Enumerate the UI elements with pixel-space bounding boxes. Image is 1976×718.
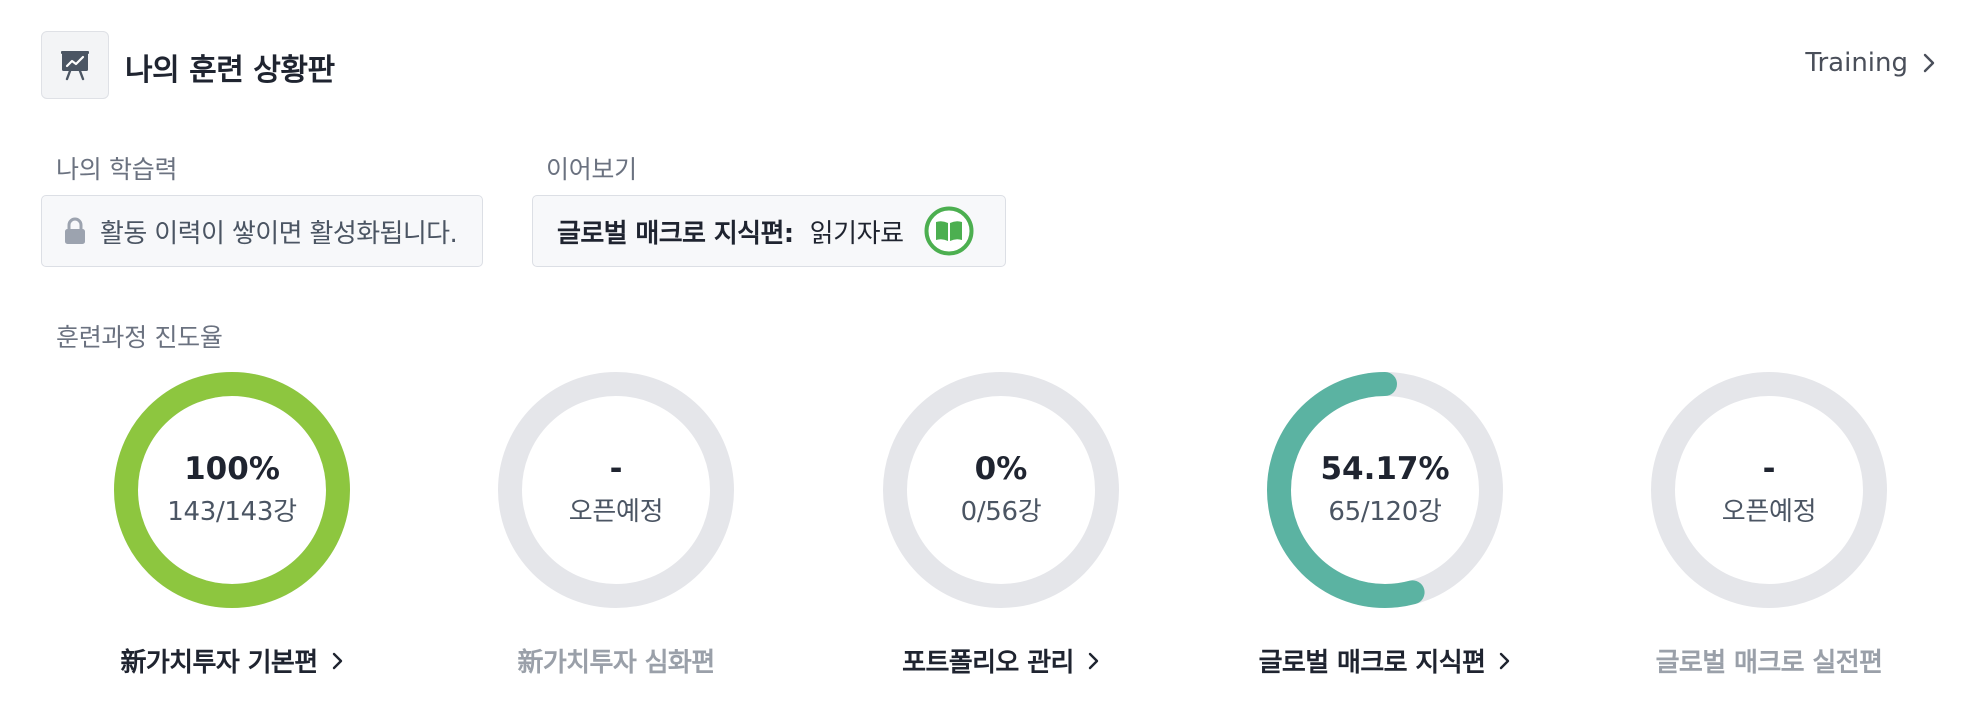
course-card: - 오픈예정 新가치투자 심화편 — [462, 370, 762, 680]
dashboard-page: 나의 훈련 상황판 Training 나의 학습력 활동 이력이 쌓이면 활성화… — [0, 0, 1976, 718]
course-percent: - — [1762, 451, 1776, 487]
course-title[interactable]: 포트폴리오 관리 — [847, 642, 1155, 679]
header: 나의 훈련 상황판 Training — [41, 31, 1936, 99]
course-lecture-count: 오픈예정 — [1721, 497, 1817, 527]
lock-icon — [65, 217, 85, 244]
chevron-right-icon — [332, 652, 342, 669]
course-title[interactable]: 글로벌 매크로 지식편 — [1231, 642, 1539, 679]
page-title: 나의 훈련 상황판 — [125, 53, 335, 88]
continue-item[interactable]: 글로벌 매크로 지식편: 읽기자료 — [532, 195, 1006, 267]
continue-label: 이어보기 — [546, 155, 637, 184]
progress-ring: 54.17% 65/120강 — [1265, 370, 1505, 610]
course-title-label: 포트폴리오 관리 — [902, 648, 1074, 678]
continue-type: 읽기자료 — [809, 218, 904, 249]
learning-label: 나의 학습력 — [56, 155, 178, 184]
course-title-label: 글로벌 매크로 지식편 — [1258, 648, 1486, 678]
ring-center: 0% 0/56강 — [881, 370, 1121, 610]
course-title-label: 新가치투자 심화편 — [517, 648, 715, 678]
course-card[interactable]: 100% 143/143강 新가치투자 기본편 — [78, 370, 378, 680]
progress-label: 훈련과정 진도율 — [56, 323, 223, 352]
course-lecture-count: 143/143강 — [167, 497, 297, 527]
course-card[interactable]: 0% 0/56강포트폴리오 관리 — [847, 370, 1147, 680]
course-lecture-count: 오픈예정 — [568, 497, 664, 527]
training-link[interactable]: Training — [1805, 48, 1936, 78]
chevron-right-icon — [1923, 53, 1935, 73]
course-lecture-count: 0/56강 — [960, 497, 1042, 527]
course-lecture-count: 65/120강 — [1328, 497, 1442, 527]
book-icon — [924, 206, 974, 256]
course-card[interactable]: 54.17% 65/120강글로벌 매크로 지식편 — [1231, 370, 1531, 680]
progress-ring: - 오픈예정 — [1649, 370, 1889, 610]
course-title[interactable]: 新가치투자 기본편 — [78, 642, 386, 679]
ring-center: 100% 143/143강 — [112, 370, 352, 610]
progress-ring: 100% 143/143강 — [112, 370, 352, 610]
course-title-label: 新가치투자 기본편 — [120, 648, 318, 678]
continue-course: 글로벌 매크로 지식편: — [557, 218, 794, 249]
course-title: 글로벌 매크로 실전편 — [1615, 642, 1923, 679]
course-percent: 0% — [974, 451, 1028, 487]
course-percent: 54.17% — [1320, 451, 1450, 487]
course-percent: 100% — [184, 451, 280, 487]
ring-center: 54.17% 65/120강 — [1265, 370, 1505, 610]
course-title-label: 글로벌 매크로 실전편 — [1655, 648, 1883, 678]
training-link-label: Training — [1805, 48, 1908, 78]
ring-center: - 오픈예정 — [496, 370, 736, 610]
presentation-chart-icon — [41, 31, 109, 99]
chevron-right-icon — [1500, 652, 1510, 669]
progress-ring: - 오픈예정 — [496, 370, 736, 610]
course-card: - 오픈예정글로벌 매크로 실전편 — [1615, 370, 1915, 680]
locked-message: 활동 이력이 쌓이면 활성화됩니다. — [100, 218, 458, 249]
learning-locked-box: 활동 이력이 쌓이면 활성화됩니다. — [41, 195, 483, 267]
ring-center: - 오픈예정 — [1649, 370, 1889, 610]
chevron-right-icon — [1088, 652, 1099, 669]
course-title: 新가치투자 심화편 — [462, 642, 770, 679]
progress-ring: 0% 0/56강 — [881, 370, 1121, 610]
course-percent: - — [609, 451, 623, 487]
